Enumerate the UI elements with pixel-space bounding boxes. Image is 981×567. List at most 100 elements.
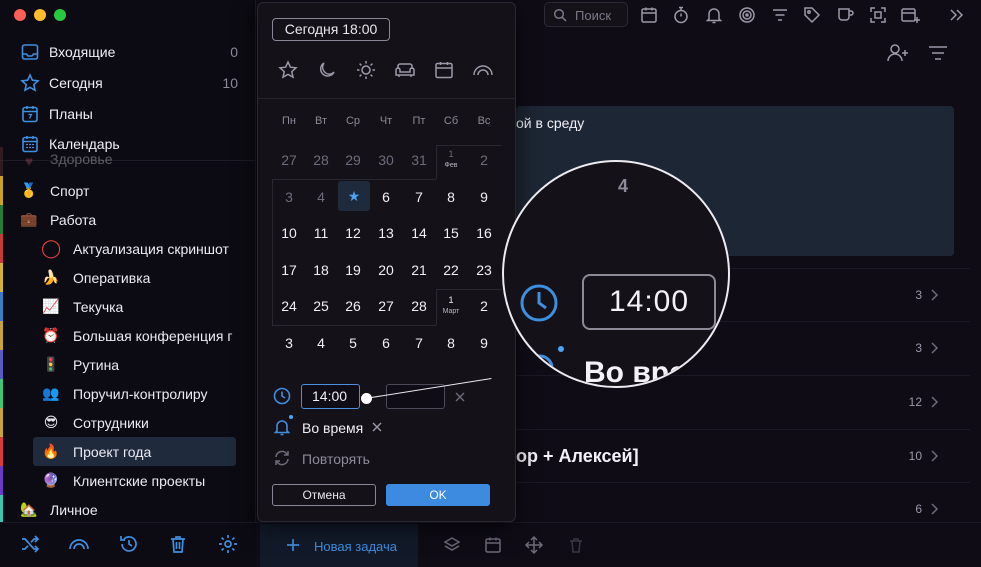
preset-today-button[interactable]: Сегодня 18:00 <box>272 18 390 41</box>
calendar-day[interactable]: 16 <box>468 218 500 248</box>
calendar-day[interactable]: 13 <box>370 218 402 248</box>
calendar-day[interactable]: 22 <box>435 255 467 285</box>
close-icon[interactable] <box>454 391 466 403</box>
calendar-day[interactable]: 30 <box>370 145 402 175</box>
sidebar-item-plans[interactable]: Планы <box>0 99 256 129</box>
calendar-day-today[interactable]: ★ <box>338 181 370 211</box>
sort-icon[interactable] <box>926 42 950 64</box>
add-user-icon[interactable] <box>886 42 910 64</box>
calendar-day[interactable]: 3 <box>273 328 305 358</box>
calendar-day[interactable]: 6 <box>370 182 402 212</box>
calendar-day[interactable]: 2 <box>468 145 500 175</box>
calendar-day[interactable]: 27 <box>273 145 305 175</box>
tree-item-tekuchka[interactable]: 📈 Текучка <box>0 292 256 321</box>
calendar-day[interactable]: 14 <box>403 218 435 248</box>
tree-item-work[interactable]: 💼 Работа <box>0 205 256 234</box>
add-window-icon[interactable] <box>900 5 920 25</box>
maximize-window-button[interactable] <box>54 9 66 21</box>
target-icon[interactable] <box>737 5 757 25</box>
calendar-day[interactable]: 12 <box>337 218 369 248</box>
move-icon[interactable] <box>524 535 544 555</box>
trash-icon[interactable] <box>566 535 586 555</box>
calendar-day[interactable]: 15 <box>435 218 467 248</box>
cancel-button[interactable]: Отмена <box>272 484 376 506</box>
calendar-day[interactable]: 7 <box>403 182 435 212</box>
calendar-icon[interactable] <box>433 59 455 81</box>
close-icon[interactable] <box>371 421 383 433</box>
calendar-day[interactable]: 18 <box>305 255 337 285</box>
calendar-day[interactable]: 29 <box>337 145 369 175</box>
filter-icon[interactable] <box>770 5 790 25</box>
trash-icon[interactable] <box>167 533 189 555</box>
calendar-day[interactable]: 23 <box>468 255 500 285</box>
start-time-input[interactable]: 14:00 <box>301 384 360 409</box>
calendar-day[interactable]: 28 <box>305 145 337 175</box>
calendar-icon[interactable] <box>483 535 503 555</box>
sun-icon[interactable] <box>355 59 377 81</box>
calendar-day[interactable]: 9 <box>468 182 500 212</box>
layers-icon[interactable] <box>442 535 462 555</box>
bell-icon[interactable] <box>704 5 724 25</box>
calendar-day[interactable]: 11 <box>305 218 337 248</box>
calendar-day[interactable]: 28 <box>403 291 435 321</box>
tree-item-health[interactable]: ♥ Здоровье <box>0 147 256 176</box>
calendar-day[interactable]: 4 <box>305 182 337 212</box>
tree-item-operativka[interactable]: 🍌 Оперативка <box>0 263 256 292</box>
calendar-day[interactable]: 6 <box>370 328 402 358</box>
tree-item-client-projects[interactable]: 🔮 Клиентские проекты <box>0 466 256 495</box>
calendar-day[interactable]: 20 <box>370 255 402 285</box>
focus-frame-icon[interactable] <box>868 5 888 25</box>
end-time-input[interactable] <box>386 384 445 409</box>
calendar-day[interactable]: 4 <box>305 328 337 358</box>
ok-button[interactable]: OK <box>386 484 490 506</box>
calendar-day[interactable]: 2 <box>468 291 500 321</box>
tree-item-personal[interactable]: 🏡 Личное <box>0 495 256 522</box>
rainbow-icon[interactable] <box>68 533 90 555</box>
tree-item-screenshots[interactable]: ◯ Актуализация скриншот <box>0 234 256 263</box>
calendar-day[interactable]: 31 <box>403 145 435 175</box>
rainbow-icon[interactable] <box>472 59 494 81</box>
sidebar-item-inbox[interactable]: Входящие 0 <box>0 37 256 67</box>
close-window-button[interactable] <box>14 9 26 21</box>
tree-item-project-of-year[interactable]: 🔥 Проект года <box>0 437 256 466</box>
calendar-day-month-start[interactable]: 1 Фев <box>435 145 467 175</box>
star-icon[interactable] <box>277 59 299 81</box>
search-input[interactable]: Поиск <box>544 2 628 27</box>
window-controls <box>14 9 66 21</box>
sidebar-item-today[interactable]: Сегодня 10 <box>0 68 256 98</box>
calendar-day[interactable]: 8 <box>435 328 467 358</box>
moon-icon[interactable] <box>316 59 338 81</box>
calendar-day[interactable]: 19 <box>337 255 369 285</box>
tree-item-routine[interactable]: 🚦 Рутина <box>0 350 256 379</box>
minimize-window-button[interactable] <box>34 9 46 21</box>
calendar-day[interactable]: 24 <box>273 291 305 321</box>
chevron-double-right-icon[interactable] <box>946 5 966 25</box>
reminder-label[interactable]: Во время <box>302 420 363 436</box>
calendar-day[interactable]: 21 <box>403 255 435 285</box>
calendar-day[interactable]: 8 <box>435 182 467 212</box>
calendar-icon[interactable] <box>639 5 659 25</box>
history-icon[interactable] <box>118 533 140 555</box>
calendar-day[interactable]: 17 <box>273 255 305 285</box>
tag-icon[interactable] <box>802 5 822 25</box>
calendar-day-month-start[interactable]: 1 Март <box>435 291 467 321</box>
shuffle-icon[interactable] <box>19 533 41 555</box>
calendar-day[interactable]: 27 <box>370 291 402 321</box>
coffee-icon[interactable] <box>835 5 855 25</box>
calendar-day[interactable]: 5 <box>337 328 369 358</box>
tree-item-employees[interactable]: 😎 Сотрудники <box>0 408 256 437</box>
calendar-day[interactable]: 3 <box>273 182 305 212</box>
gear-icon[interactable] <box>217 533 239 555</box>
calendar-day[interactable]: 9 <box>468 328 500 358</box>
tree-item-sport[interactable]: 🥇 Спорт <box>0 176 256 205</box>
stopwatch-icon[interactable] <box>671 5 691 25</box>
repeat-label[interactable]: Повторять <box>302 451 370 467</box>
calendar-day[interactable]: 7 <box>403 328 435 358</box>
sofa-icon[interactable] <box>394 59 416 81</box>
tree-item-conference[interactable]: ⏰ Большая конференция г <box>0 321 256 350</box>
calendar-day[interactable]: 10 <box>273 218 305 248</box>
calendar-day[interactable]: 26 <box>337 291 369 321</box>
calendar-day[interactable]: 25 <box>305 291 337 321</box>
tree-item-delegated[interactable]: 👥 Поручил-контролиру <box>0 379 256 408</box>
new-task-button[interactable]: Новая задача <box>260 524 418 567</box>
